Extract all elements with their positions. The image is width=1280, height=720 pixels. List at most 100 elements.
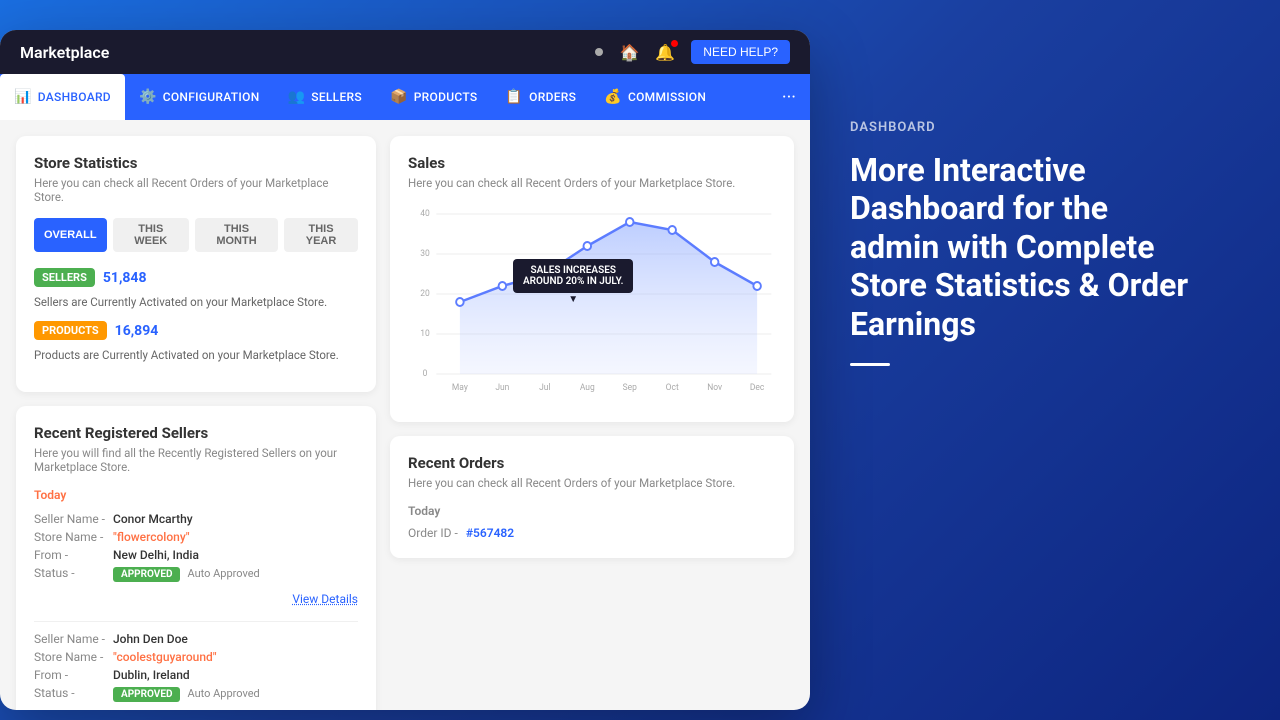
seller-1-name-label: Seller Name - [34, 512, 105, 526]
seller-1-auto-approved: Auto Approved [187, 567, 259, 580]
nav-item-dashboard[interactable]: 📊 DASHBOARD [0, 74, 125, 120]
commission-icon: 💰 [604, 89, 622, 105]
seller-1-grid: Seller Name - Conor Mcarthy Store Name -… [34, 512, 358, 582]
seller-1-from: New Delhi, India [113, 548, 358, 562]
svg-text:Jun: Jun [495, 383, 509, 393]
svg-text:40: 40 [420, 209, 430, 219]
seller-2-auto-approved: Auto Approved [187, 687, 259, 700]
products-count: 16,894 [115, 323, 159, 339]
sellers-stat-row: SELLERS 51,848 [34, 268, 358, 287]
today-label: Today [34, 488, 358, 502]
need-help-button[interactable]: NEED HELP? [691, 40, 790, 64]
seller-1-store[interactable]: "flowercolony" [113, 530, 358, 544]
svg-text:Sep: Sep [623, 383, 637, 393]
svg-text:May: May [452, 383, 469, 393]
view-details-1: View Details [34, 588, 358, 607]
content-area: Store Statistics Here you can check all … [0, 120, 810, 710]
config-icon: ⚙️ [139, 89, 157, 105]
seller-2-from: Dublin, Ireland [113, 668, 358, 682]
nav-label-orders: ORDERS [529, 90, 576, 104]
seller-1-name: Conor Mcarthy [113, 512, 358, 526]
store-statistics-subtitle: Here you can check all Recent Orders of … [34, 176, 358, 204]
tooltip-line1: SALES INCREASES [523, 265, 623, 276]
seller-2-status-label: Status - [34, 686, 105, 702]
filter-buttons: OVERALL THIS WEEK THIS MONTH THIS YEAR [34, 218, 358, 252]
seller-1-store-label: Store Name - [34, 530, 105, 544]
sellers-desc: Sellers are Currently Activated on your … [34, 295, 358, 309]
home-icon[interactable]: 🏠 [619, 43, 639, 62]
nav-label-sellers: SELLERS [311, 90, 362, 104]
seller-2-store[interactable]: "coolestguyaround" [113, 650, 358, 664]
tooltip-line2: AROUND 20% IN JULY. [523, 276, 623, 287]
sales-subtitle: Here you can check all Recent Orders of … [408, 176, 776, 190]
seller-2-from-label: From - [34, 668, 105, 682]
app-title: Marketplace [20, 43, 109, 62]
nav-more-button[interactable]: ··· [768, 74, 810, 120]
nav-label-dashboard: DASHBOARD [38, 90, 111, 104]
svg-text:Oct: Oct [666, 383, 679, 393]
nav-item-orders[interactable]: 📋 ORDERS [491, 74, 590, 120]
svg-text:Dec: Dec [750, 383, 765, 393]
seller-2-store-label: Store Name - [34, 650, 105, 664]
right-panel-label: DASHBOARD [850, 120, 1240, 135]
seller-2-status-area: APPROVED Auto Approved [113, 686, 358, 702]
recent-orders-title: Recent Orders [408, 454, 776, 472]
recent-sellers-title: Recent Registered Sellers [34, 424, 358, 442]
svg-text:Aug: Aug [580, 383, 595, 393]
nav-label-configuration: CONFIGURATION [163, 90, 260, 104]
filter-this-week[interactable]: THIS WEEK [113, 218, 189, 252]
accent-line [850, 363, 890, 366]
products-stat-row: PRODUCTS 16,894 [34, 321, 358, 340]
nav-label-products: PRODUCTS [414, 90, 478, 104]
svg-text:30: 30 [420, 249, 430, 259]
order-id-value: #567482 [466, 526, 514, 540]
svg-text:0: 0 [423, 369, 428, 379]
filter-overall[interactable]: OVERALL [34, 218, 107, 252]
sellers-icon: 👥 [288, 89, 306, 105]
right-description: DASHBOARD More Interactive Dashboard for… [850, 120, 1240, 366]
topbar: Marketplace 🏠 🔔 NEED HELP? [0, 30, 810, 74]
right-panel: Sales Here you can check all Recent Orde… [390, 136, 794, 694]
nav-label-commission: COMMISSION [628, 90, 706, 104]
sales-title: Sales [408, 154, 776, 172]
filter-this-month[interactable]: THIS MONTH [195, 218, 278, 252]
dashboard-icon: 📊 [14, 89, 32, 105]
left-panel: Store Statistics Here you can check all … [16, 136, 376, 694]
order-row: Order ID - #567482 [408, 526, 776, 540]
sales-chart: 40 30 20 10 0 [408, 204, 776, 404]
filter-this-year[interactable]: THIS YEAR [284, 218, 358, 252]
svg-text:10: 10 [420, 329, 430, 339]
products-icon: 📦 [390, 89, 408, 105]
sellers-count: 51,848 [103, 270, 147, 286]
svg-text:Nov: Nov [707, 383, 723, 393]
orders-icon: 📋 [505, 89, 523, 105]
view-details-link-1[interactable]: View Details [292, 592, 358, 606]
store-statistics-title: Store Statistics [34, 154, 358, 172]
topbar-actions: 🏠 🔔 NEED HELP? [595, 40, 790, 64]
seller-2-name: John Den Doe [113, 632, 358, 646]
nav-item-sellers[interactable]: 👥 SELLERS [274, 74, 376, 120]
nav-item-products[interactable]: 📦 PRODUCTS [376, 74, 491, 120]
nav-item-commission[interactable]: 💰 COMMISSION [590, 74, 720, 120]
recent-orders-subtitle: Here you can check all Recent Orders of … [408, 476, 776, 490]
order-today-label: Today [408, 504, 776, 518]
sellers-badge: SELLERS [34, 268, 95, 287]
seller-2-grid: Seller Name - John Den Doe Store Name - … [34, 632, 358, 702]
products-badge: PRODUCTS [34, 321, 107, 340]
svg-text:20: 20 [420, 289, 430, 299]
chart-container: SALES INCREASES AROUND 20% IN JULY. 40 3… [408, 204, 776, 404]
seller-1-status-label: Status - [34, 566, 105, 582]
sales-card: Sales Here you can check all Recent Orde… [390, 136, 794, 422]
navigation: 📊 DASHBOARD ⚙️ CONFIGURATION 👥 SELLERS 📦… [0, 74, 810, 120]
need-help-label: NEED HELP? [703, 45, 778, 59]
seller-2-name-label: Seller Name - [34, 632, 105, 646]
recent-orders-card: Recent Orders Here you can check all Rec… [390, 436, 794, 558]
svg-text:Jul: Jul [539, 383, 550, 393]
order-id-label: Order ID - [408, 526, 458, 540]
products-desc: Products are Currently Activated on your… [34, 348, 358, 362]
notification-icon[interactable]: 🔔 [655, 43, 675, 62]
nav-item-configuration[interactable]: ⚙️ CONFIGURATION [125, 74, 274, 120]
recent-sellers-subtitle: Here you will find all the Recently Regi… [34, 446, 358, 474]
chart-tooltip: SALES INCREASES AROUND 20% IN JULY. [513, 259, 633, 293]
seller-1-status-badge: APPROVED [113, 567, 180, 582]
